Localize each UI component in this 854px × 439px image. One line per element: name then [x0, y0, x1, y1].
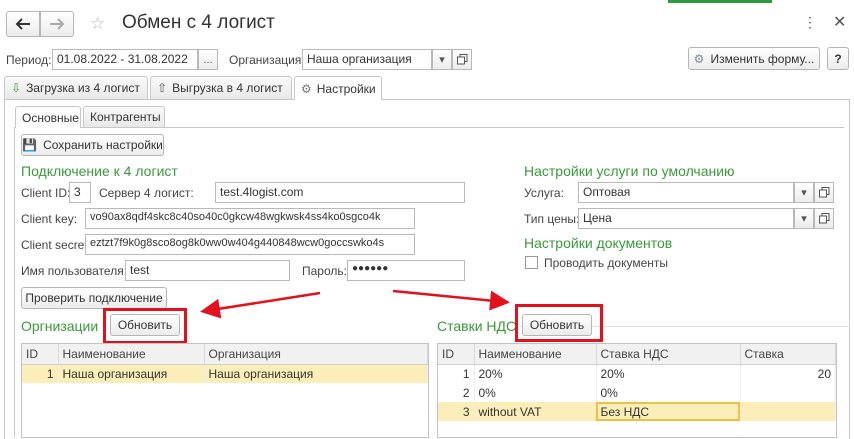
arrow-to-orgs-refresh	[200, 291, 321, 319]
arrow-to-vat-refresh	[392, 289, 510, 311]
annotation-arrows	[200, 289, 510, 319]
